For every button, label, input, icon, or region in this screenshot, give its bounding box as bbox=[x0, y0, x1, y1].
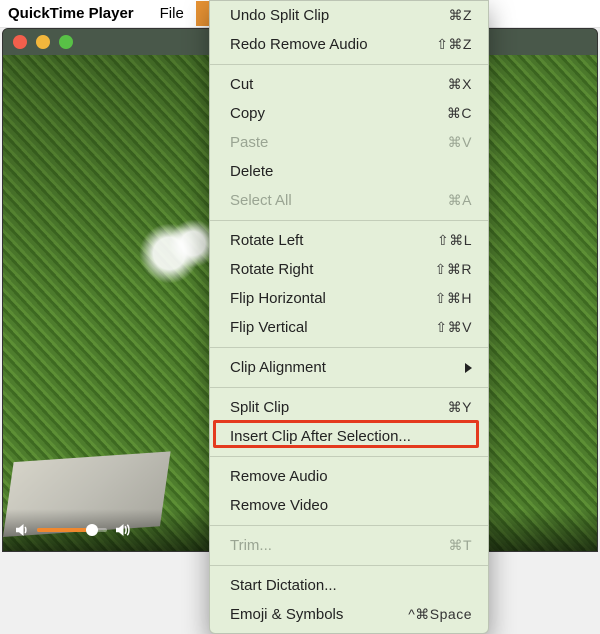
menu-item-label: Remove Audio bbox=[230, 466, 328, 487]
menu-item-emoji-symbols[interactable]: Emoji & Symbols ^⌘Space bbox=[210, 600, 488, 629]
menu-separator bbox=[210, 387, 488, 388]
menu-separator bbox=[210, 456, 488, 457]
submenu-arrow-icon bbox=[465, 363, 472, 373]
menu-item-redo[interactable]: Redo Remove Audio ⇧⌘Z bbox=[210, 30, 488, 59]
menu-item-shortcut: ⇧⌘H bbox=[435, 289, 472, 309]
menu-item-split-clip[interactable]: Split Clip ⌘Y bbox=[210, 393, 488, 422]
menu-item-shortcut: ⇧⌘R bbox=[435, 260, 472, 280]
menu-item-shortcut: ⌘V bbox=[448, 133, 472, 153]
menu-item-rotate-left[interactable]: Rotate Left ⇧⌘L bbox=[210, 226, 488, 255]
menu-separator bbox=[210, 347, 488, 348]
menu-item-delete[interactable]: Delete bbox=[210, 157, 488, 186]
menu-item-label: Paste bbox=[230, 132, 268, 153]
menu-item-trim: Trim... ⌘T bbox=[210, 531, 488, 560]
menu-item-remove-audio[interactable]: Remove Audio bbox=[210, 462, 488, 491]
volume-up-icon[interactable] bbox=[113, 521, 131, 539]
menu-item-label: Flip Vertical bbox=[230, 317, 308, 338]
menu-item-label: Flip Horizontal bbox=[230, 288, 326, 309]
maximize-icon[interactable] bbox=[59, 35, 73, 49]
menu-item-remove-video[interactable]: Remove Video bbox=[210, 491, 488, 520]
menu-item-undo[interactable]: Undo Split Clip ⌘Z bbox=[210, 1, 488, 30]
menu-item-copy[interactable]: Copy ⌘C bbox=[210, 99, 488, 128]
menu-item-select-all: Select All ⌘A bbox=[210, 186, 488, 215]
menu-item-shortcut: ^⌘Space bbox=[408, 605, 472, 625]
volume-fill bbox=[37, 528, 87, 532]
menu-item-label: Clip Alignment bbox=[230, 357, 326, 378]
menu-item-flip-vertical[interactable]: Flip Vertical ⇧⌘V bbox=[210, 313, 488, 342]
menu-item-clip-alignment[interactable]: Clip Alignment bbox=[210, 353, 488, 382]
edit-menu-dropdown: Undo Split Clip ⌘Z Redo Remove Audio ⇧⌘Z… bbox=[209, 0, 489, 634]
menubar-item-file[interactable]: File bbox=[148, 1, 196, 26]
app-title: QuickTime Player bbox=[8, 5, 134, 22]
menu-item-flip-horizontal[interactable]: Flip Horizontal ⇧⌘H bbox=[210, 284, 488, 313]
menu-item-shortcut: ⌘T bbox=[448, 536, 472, 556]
menu-item-label: Start Dictation... bbox=[230, 575, 337, 596]
menu-item-label: Remove Video bbox=[230, 495, 328, 516]
menu-item-shortcut: ⇧⌘V bbox=[435, 318, 472, 338]
menu-item-shortcut: ⌘Z bbox=[448, 6, 472, 26]
menu-item-label: Undo Split Clip bbox=[230, 5, 329, 26]
menu-separator bbox=[210, 525, 488, 526]
menu-item-label: Delete bbox=[230, 161, 273, 182]
menu-item-paste: Paste ⌘V bbox=[210, 128, 488, 157]
volume-knob[interactable] bbox=[86, 524, 98, 536]
menu-item-rotate-right[interactable]: Rotate Right ⇧⌘R bbox=[210, 255, 488, 284]
menu-item-shortcut: ⇧⌘Z bbox=[436, 35, 472, 55]
menu-item-label: Redo Remove Audio bbox=[230, 34, 368, 55]
menu-item-shortcut: ⌘X bbox=[448, 75, 472, 95]
menu-item-shortcut: ⌘A bbox=[448, 191, 472, 211]
menu-item-label: Cut bbox=[230, 74, 253, 95]
menu-item-shortcut: ⌘Y bbox=[448, 398, 472, 418]
volume-mute-icon[interactable] bbox=[13, 521, 31, 539]
menu-item-shortcut: ⇧⌘L bbox=[437, 231, 472, 251]
menu-item-shortcut: ⌘C bbox=[447, 104, 472, 124]
menu-separator bbox=[210, 565, 488, 566]
menu-item-label: Split Clip bbox=[230, 397, 289, 418]
menu-item-label: Select All bbox=[230, 190, 292, 211]
menu-item-label: Trim... bbox=[230, 535, 272, 556]
menu-separator bbox=[210, 64, 488, 65]
menu-item-label: Rotate Right bbox=[230, 259, 313, 280]
close-icon[interactable] bbox=[13, 35, 27, 49]
volume-slider[interactable] bbox=[37, 528, 107, 532]
menu-separator bbox=[210, 220, 488, 221]
menu-item-label: Emoji & Symbols bbox=[230, 604, 343, 625]
menu-item-label: Copy bbox=[230, 103, 265, 124]
menu-item-label: Rotate Left bbox=[230, 230, 303, 251]
menu-item-cut[interactable]: Cut ⌘X bbox=[210, 70, 488, 99]
minimize-icon[interactable] bbox=[36, 35, 50, 49]
menu-item-insert-clip[interactable]: Insert Clip After Selection... bbox=[210, 422, 488, 451]
menu-item-start-dictation[interactable]: Start Dictation... bbox=[210, 571, 488, 600]
menu-item-label: Insert Clip After Selection... bbox=[230, 426, 411, 447]
